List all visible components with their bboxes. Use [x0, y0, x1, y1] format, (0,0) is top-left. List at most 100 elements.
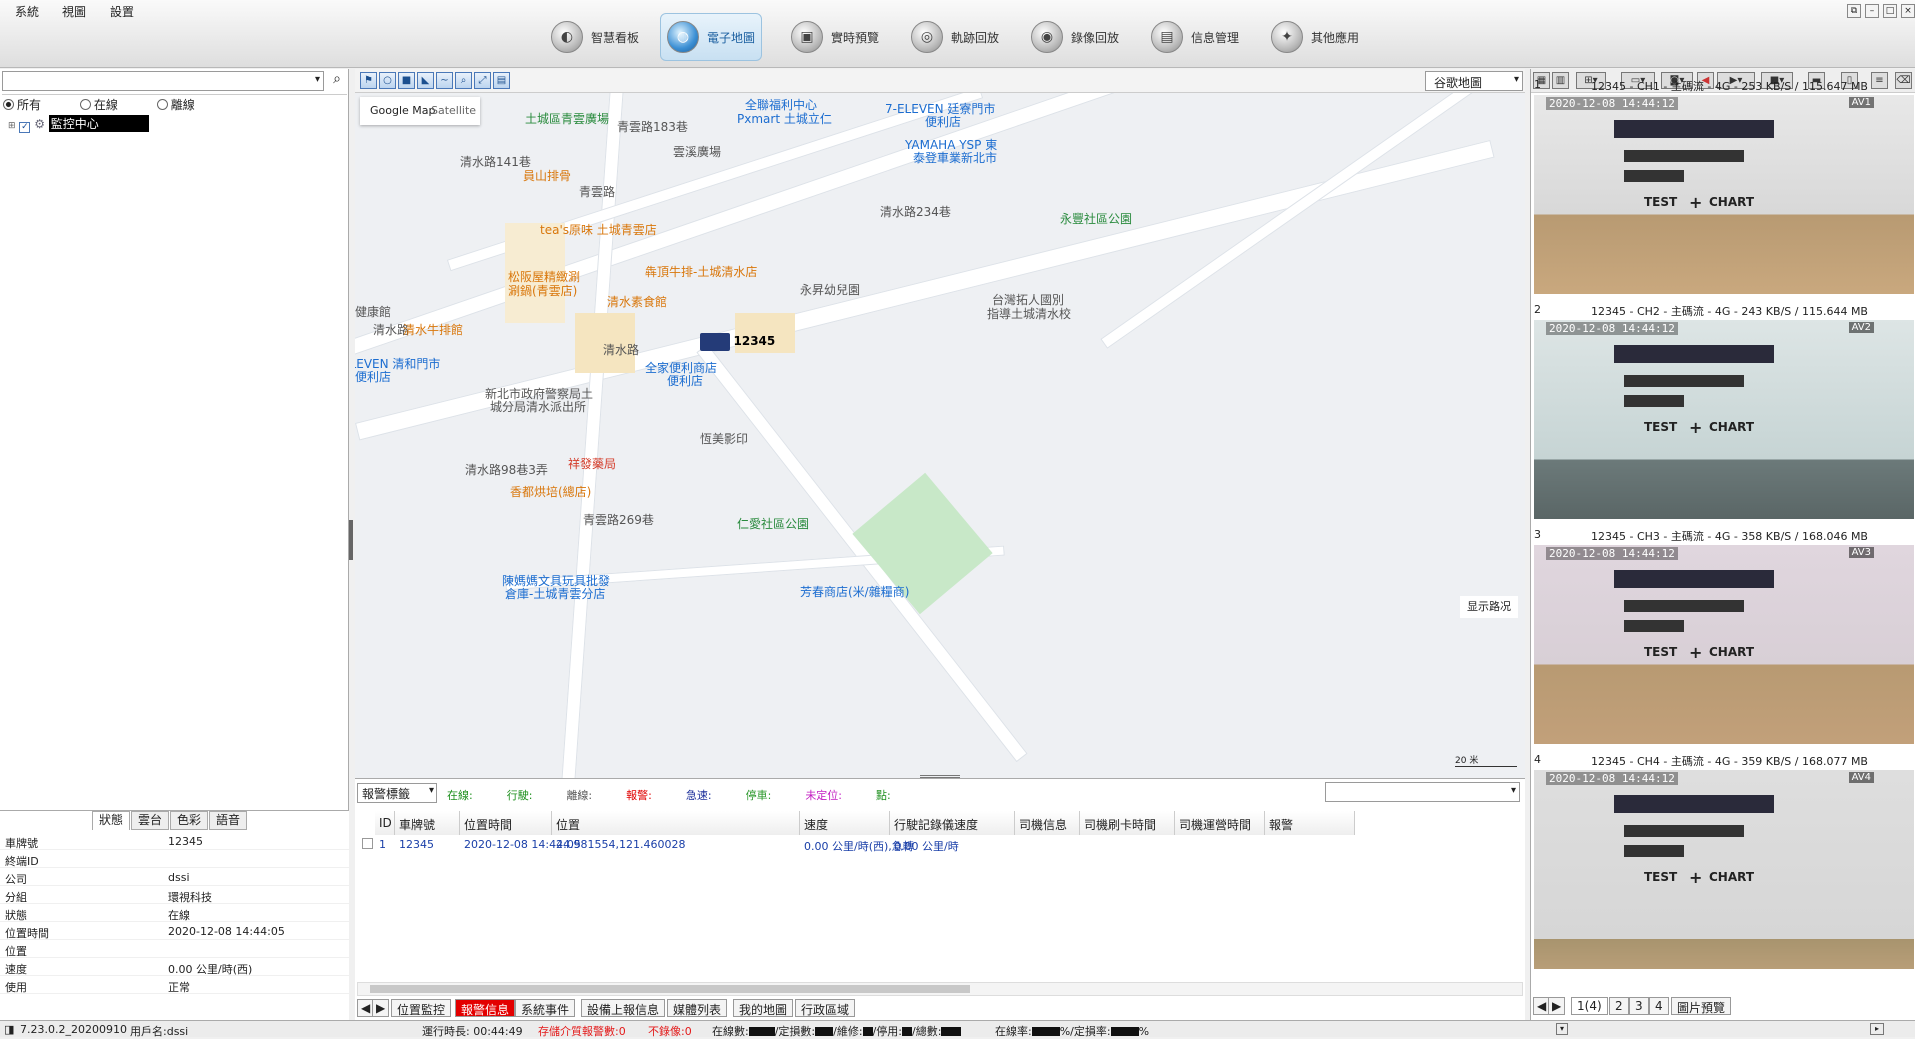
map-poi-label[interactable]: 永豐社區公園	[1060, 210, 1132, 227]
map-poi-label[interactable]: 青雲路	[579, 183, 615, 200]
map-poi-label[interactable]: 便利店	[667, 372, 703, 389]
map-poi-label[interactable]: 祥發藥局	[568, 455, 616, 472]
polygon-tool-icon[interactable]: ◣	[417, 72, 434, 89]
filter-combo[interactable]: ▾	[1325, 782, 1520, 802]
nav-dashboard[interactable]: ◐ 智慧看板	[545, 13, 645, 61]
splitter-handle[interactable]	[349, 520, 353, 560]
nav-info-management[interactable]: ▤ 信息管理	[1145, 13, 1245, 61]
column-header[interactable]: 位置	[552, 811, 800, 835]
map-poi-label[interactable]: 清水路	[603, 341, 639, 358]
tree-root[interactable]: ⊞ ✓ ⚙ 監控中心	[8, 115, 149, 133]
column-header[interactable]: 車牌號	[395, 811, 460, 835]
maximize-icon[interactable]: □	[1883, 4, 1897, 18]
bottom-tab[interactable]: 行政區域	[795, 999, 856, 1017]
filter-online[interactable]: 在線	[79, 98, 118, 112]
tab-scroll-right-icon[interactable]: ▶	[372, 999, 390, 1017]
tab-ptz[interactable]: 雲台	[131, 811, 169, 830]
column-header[interactable]: 行駛記錄儀速度	[890, 811, 1015, 835]
map-poi-label[interactable]: 恆美影印	[700, 430, 748, 447]
map-poi-label[interactable]: 員山排骨	[523, 167, 571, 184]
menu-settings[interactable]: 設置	[110, 3, 134, 20]
video-feed-2[interactable]: TEST + CHART 2020-12-08 14:44:12 AV2	[1534, 320, 1914, 519]
map-poi-label[interactable]: 清水路234巷	[880, 203, 951, 220]
map-poi-label[interactable]: 仁愛社區公園	[737, 515, 809, 532]
vehicle-marker[interactable]: 12345	[700, 333, 775, 351]
view-tab[interactable]: 1(4)	[1571, 997, 1608, 1015]
bottom-tab[interactable]: 設備上報信息	[581, 999, 666, 1017]
map-poi-label[interactable]: 清水路141巷	[460, 153, 531, 170]
bottom-tab[interactable]: 媒體列表	[667, 999, 728, 1017]
map-canvas[interactable]: Google Map Satellite 全聯福利中心 Pxmart 土城立仁 7-…	[355, 93, 1525, 778]
map-poi-label[interactable]: 雲溪廣場	[673, 143, 721, 160]
nav-record-playback[interactable]: ◉ 錄像回放	[1025, 13, 1125, 61]
nav-emap[interactable]: ◍ 電子地圖	[660, 13, 763, 61]
search-combo[interactable]: ▾	[2, 71, 324, 91]
minimize-icon[interactable]: –	[1865, 4, 1879, 18]
map-poi-label[interactable]: 青雲路183巷	[617, 118, 688, 135]
column-header[interactable]: 司機刷卡時間	[1080, 811, 1175, 835]
tab-voice[interactable]: 語音	[209, 811, 247, 830]
tab-google-map[interactable]: Google Map	[370, 97, 436, 125]
map-poi-label[interactable]: 永昇幼兒園	[800, 281, 860, 298]
restore-icon[interactable]: ⧉	[1847, 4, 1861, 18]
line-tool-icon[interactable]: ∼	[436, 72, 453, 89]
map-poi-label[interactable]: Pxmart 土城立仁	[737, 110, 832, 127]
view-tab[interactable]: 2	[1609, 997, 1629, 1015]
map-poi-label[interactable]: 便利店	[925, 113, 961, 130]
nav-track-playback[interactable]: ◎ 軌跡回放	[905, 13, 1005, 61]
map-poi-label[interactable]: 健康館	[355, 303, 391, 320]
table-cell[interactable]: 0.00 公里/時	[894, 838, 959, 854]
map-poi-label[interactable]: 泰登車業新北市	[913, 149, 997, 166]
table-cell[interactable]: 24.981554,121.460028	[556, 838, 685, 851]
tab-status[interactable]: 狀態	[92, 811, 130, 830]
alarm-tag-select[interactable]: 報警標籤 ▾	[357, 783, 437, 803]
map-poi-label[interactable]: 指導土城清水校	[987, 305, 1071, 322]
menu-view[interactable]: 視圖	[62, 3, 86, 20]
horizontal-scrollbar[interactable]	[357, 982, 1523, 996]
close-icon[interactable]: ×	[1901, 4, 1915, 18]
map-poi-label[interactable]: 涮鍋(青雲店)	[508, 282, 577, 299]
filter-offline[interactable]: 離線	[156, 98, 195, 112]
video-feed-3[interactable]: TEST + CHART 2020-12-08 14:44:12 AV3	[1534, 545, 1914, 744]
search-map-icon[interactable]: ⌕	[455, 72, 472, 89]
video-feed-4[interactable]: TEST + CHART 2020-12-08 14:44:12 AV4	[1534, 770, 1914, 969]
video-feed-1[interactable]: TEST + CHART 2020-12-08 14:44:12 AV1	[1534, 95, 1914, 294]
map-poi-label[interactable]: 青雲路269巷	[583, 511, 654, 528]
column-header[interactable]: ID	[375, 811, 395, 835]
menu-system[interactable]: 系統	[15, 3, 39, 20]
map-poi-label[interactable]: 倉庫-土城青雲分店	[505, 585, 605, 602]
column-header[interactable]: 司機運營時間	[1175, 811, 1265, 835]
bottom-tab[interactable]: 系統事件	[515, 999, 576, 1017]
table-cell[interactable]: 12345	[399, 838, 434, 851]
flag-icon[interactable]: ⚑	[360, 72, 377, 89]
row-checkbox[interactable]	[362, 838, 373, 849]
map-poi-label[interactable]: 清水路98巷3弄	[465, 461, 548, 478]
circle-tool-icon[interactable]: ○	[379, 72, 396, 89]
filter-all[interactable]: 所有	[3, 98, 41, 112]
view-tab[interactable]: 3	[1629, 997, 1649, 1015]
panel-toggle-icon[interactable]: ▸	[1870, 1023, 1884, 1035]
map-poi-label[interactable]: 城分局清水派出所	[490, 398, 586, 415]
map-poi-label[interactable]: 香都烘培(總店)	[510, 483, 591, 500]
map-provider-select[interactable]: 谷歌地圖 ▾	[1425, 71, 1523, 91]
view-tab[interactable]: 圖片預覽	[1671, 997, 1732, 1015]
tab-satellite[interactable]: Satellite	[431, 97, 476, 125]
search-icon[interactable]: ⌕	[327, 71, 347, 91]
tab-color[interactable]: 色彩	[170, 811, 208, 830]
dropdown-icon[interactable]: ▾	[1556, 1023, 1568, 1035]
bottom-tab[interactable]: 位置監控	[391, 999, 452, 1017]
view-tab[interactable]: 4	[1649, 997, 1669, 1015]
column-header[interactable]: 報警	[1265, 811, 1355, 835]
checkbox-icon[interactable]: ✓	[19, 122, 31, 133]
scrollbar-thumb[interactable]	[370, 985, 970, 993]
nav-other-apps[interactable]: ✦ 其他應用	[1265, 13, 1365, 61]
map-poi-label[interactable]: 土城區青雲廣場	[525, 110, 609, 127]
map-poi-label[interactable]: 犇頂牛排-土城清水店	[645, 263, 757, 280]
rect-tool-icon[interactable]: ■	[398, 72, 415, 89]
column-header[interactable]: 司機信息	[1015, 811, 1080, 835]
bottom-tab[interactable]: 我的地圖	[733, 999, 794, 1017]
nav-live-preview[interactable]: ▣ 實時預覽	[785, 13, 885, 61]
table-cell[interactable]: 1	[379, 838, 386, 851]
save-icon[interactable]: ▤	[493, 72, 510, 89]
tab-scroll-right-icon[interactable]: ▶	[1548, 997, 1566, 1015]
